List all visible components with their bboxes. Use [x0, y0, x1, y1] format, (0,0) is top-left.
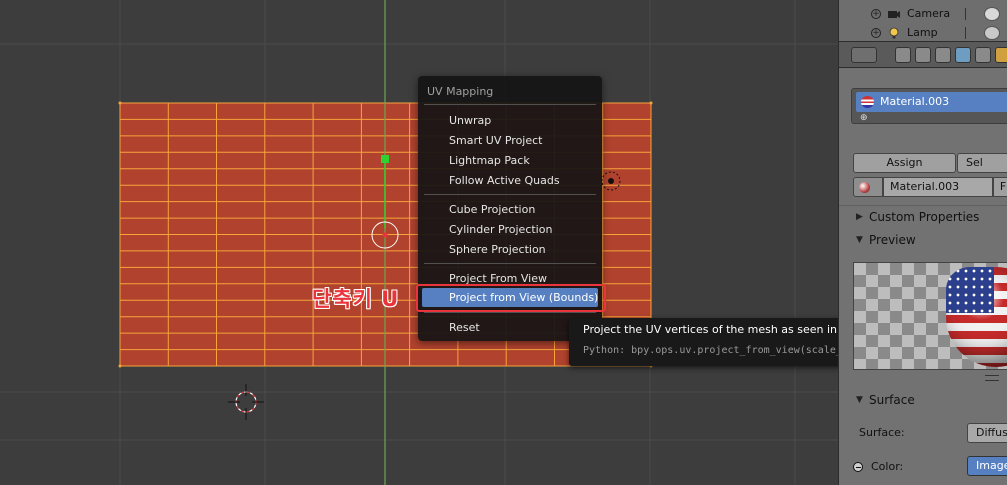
- section-title: Preview: [869, 233, 916, 247]
- preview-sphere: [946, 267, 1007, 367]
- outliner: + Camera + Lamp: [839, 0, 1007, 42]
- camera-view-icon[interactable]: [984, 7, 1000, 21]
- properties-header: [839, 42, 1007, 68]
- outliner-item-label: Camera: [907, 7, 951, 20]
- scene-icon[interactable]: [935, 47, 951, 63]
- material-preview: [853, 262, 1007, 370]
- surface-shader-dropdown[interactable]: Diffuse: [967, 423, 1007, 443]
- material-browse-button[interactable]: [853, 177, 883, 197]
- color-row: Color: Image: [853, 456, 1007, 478]
- expanded-triangle-icon: ▼: [856, 235, 863, 245]
- blender-window: 단축키 U UV Mapping Unwrap Smart UV Project…: [0, 0, 1007, 485]
- 3d-cursor[interactable]: [228, 384, 264, 420]
- select-button[interactable]: Sel: [957, 153, 1007, 173]
- menu-item-lightmap-pack[interactable]: Lightmap Pack: [422, 151, 598, 170]
- material-slot-label: Material.003: [880, 95, 950, 108]
- divider: [965, 8, 966, 20]
- outliner-row-camera[interactable]: + Camera: [839, 5, 1007, 23]
- render-layers-icon[interactable]: [915, 47, 931, 63]
- outliner-row-lamp[interactable]: + Lamp: [839, 24, 1007, 42]
- section-surface[interactable]: ▼ Surface: [839, 389, 1007, 411]
- expand-icon[interactable]: +: [871, 28, 881, 38]
- outliner-item-label: Lamp: [907, 26, 938, 39]
- section-title: Surface: [869, 393, 915, 407]
- menu-separator: [424, 263, 596, 264]
- editor-type-icon[interactable]: [851, 47, 877, 63]
- menu-separator: [424, 312, 596, 313]
- properties-panel: + Camera + Lamp Material.003 ⊕ Assign Se…: [838, 0, 1007, 485]
- assign-button[interactable]: Assign: [853, 153, 956, 173]
- menu-item-smart-uv-project[interactable]: Smart UV Project: [422, 131, 598, 150]
- fake-user-button[interactable]: F: [993, 177, 1007, 197]
- expand-icon[interactable]: +: [871, 9, 881, 19]
- world-icon[interactable]: [955, 47, 971, 63]
- manipulator-handle[interactable]: [381, 155, 389, 163]
- divider: [965, 27, 966, 39]
- surface-label: Surface:: [859, 426, 905, 439]
- material-slot-item[interactable]: Material.003: [856, 92, 1007, 112]
- resize-handle[interactable]: [985, 375, 999, 381]
- constraints-icon[interactable]: [995, 47, 1007, 63]
- material-slot-list[interactable]: Material.003 ⊕: [851, 88, 1007, 124]
- list-resize-icon[interactable]: ⊕: [860, 113, 868, 123]
- camera-icon: [888, 11, 900, 18]
- object-icon[interactable]: [975, 47, 991, 63]
- link-socket-icon[interactable]: [853, 462, 863, 472]
- color-input-button[interactable]: Image: [967, 456, 1007, 476]
- annotation-highlight-box: [416, 284, 606, 312]
- menu-item-follow-active-quads[interactable]: Follow Active Quads: [422, 171, 598, 190]
- lamp-icon: [889, 27, 899, 39]
- menu-title: UV Mapping: [427, 85, 494, 98]
- menu-item-cylinder-projection[interactable]: Cylinder Projection: [422, 220, 598, 239]
- section-preview[interactable]: ▼ Preview: [839, 229, 1007, 251]
- menu-separator: [424, 104, 596, 105]
- color-label: Color:: [871, 460, 904, 473]
- surface-row: Surface: Diffuse: [859, 423, 1007, 443]
- material-name-field[interactable]: Material.003: [883, 177, 993, 197]
- section-title: Custom Properties: [869, 210, 980, 224]
- expanded-triangle-icon: ▼: [856, 395, 863, 405]
- material-datablock-row: Material.003 F: [853, 177, 1007, 197]
- menu-item-cube-projection[interactable]: Cube Projection: [422, 200, 598, 219]
- collapsed-triangle-icon: ▶: [856, 212, 863, 222]
- menu-separator: [424, 194, 596, 195]
- menu-item-unwrap[interactable]: Unwrap: [422, 111, 598, 130]
- material-preview-icon: [861, 96, 874, 108]
- section-custom-properties[interactable]: ▶ Custom Properties: [839, 205, 1007, 227]
- menu-item-sphere-projection[interactable]: Sphere Projection: [422, 240, 598, 259]
- material-sphere-icon: [859, 182, 870, 193]
- lamp-data-icon[interactable]: [984, 26, 1000, 40]
- render-icon[interactable]: [895, 47, 911, 63]
- shortcut-annotation: 단축키 U: [312, 287, 400, 311]
